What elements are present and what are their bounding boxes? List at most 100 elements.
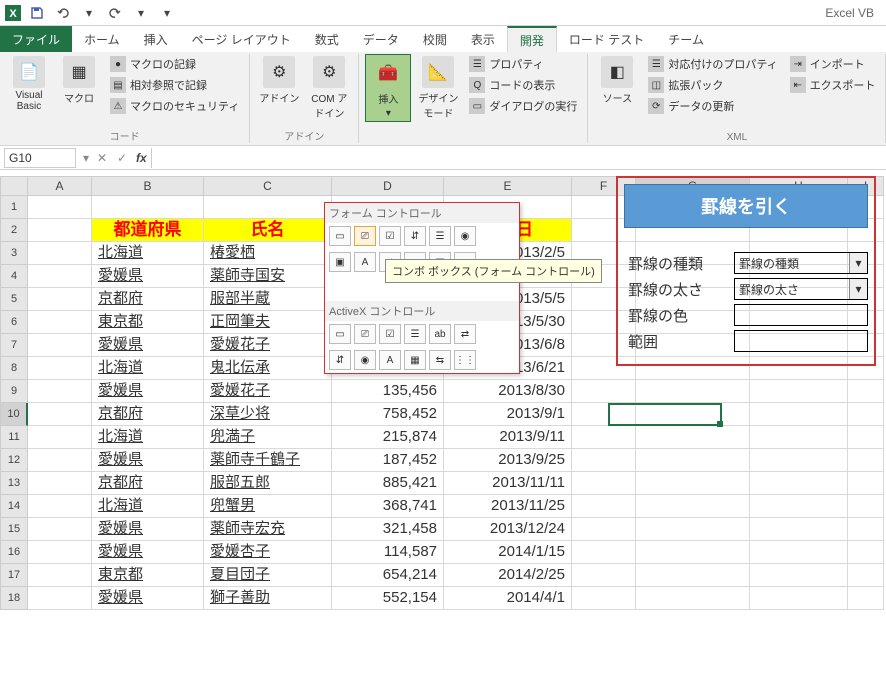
ax-option-icon[interactable]: ◉: [354, 350, 376, 370]
tab-formula[interactable]: 数式: [303, 26, 351, 52]
cell[interactable]: [750, 541, 848, 564]
row-header[interactable]: 1: [0, 196, 28, 219]
visual-basic-button[interactable]: 📄Visual Basic: [6, 54, 52, 114]
redo-button[interactable]: [104, 2, 126, 24]
cell[interactable]: 鬼北伝承: [204, 357, 332, 380]
xml-source-button[interactable]: ◧ソース: [594, 54, 640, 107]
cell[interactable]: 東京都: [92, 311, 204, 334]
cell[interactable]: 氏名: [204, 219, 332, 242]
cell[interactable]: [28, 403, 92, 426]
cell[interactable]: [28, 541, 92, 564]
cancel-formula-icon[interactable]: ✕: [92, 151, 112, 165]
cell[interactable]: [636, 541, 750, 564]
border-type-combo[interactable]: 罫線の種類▾: [734, 252, 868, 274]
cell[interactable]: [636, 403, 750, 426]
macro-security-button[interactable]: ⚠マクロのセキュリティ: [106, 96, 243, 116]
cell[interactable]: 愛媛県: [92, 380, 204, 403]
addins-button[interactable]: ⚙アドイン: [256, 54, 302, 107]
col-header-e[interactable]: E: [444, 176, 572, 196]
cell[interactable]: 654,214: [332, 564, 444, 587]
cell[interactable]: [28, 449, 92, 472]
row-header[interactable]: 4: [0, 265, 28, 288]
tab-developer[interactable]: 開発: [507, 26, 557, 52]
export-button[interactable]: ⇤エクスポート: [786, 75, 880, 95]
row-header[interactable]: 16: [0, 541, 28, 564]
name-box[interactable]: G10: [4, 148, 76, 168]
ax-listbox-icon[interactable]: ☰: [404, 324, 426, 344]
refresh-data-button[interactable]: ⟳データの更新: [644, 96, 781, 116]
cell[interactable]: [28, 219, 92, 242]
cell[interactable]: 321,458: [332, 518, 444, 541]
combobox-control-icon[interactable]: ⎚: [354, 226, 376, 246]
design-mode-button[interactable]: 📐デザイン モード: [415, 54, 461, 122]
cell[interactable]: 愛媛杏子: [204, 541, 332, 564]
cell[interactable]: [848, 564, 884, 587]
properties-button[interactable]: ☰プロパティ: [465, 54, 581, 74]
cell[interactable]: [750, 380, 848, 403]
cell[interactable]: [848, 518, 884, 541]
row-header[interactable]: 18: [0, 587, 28, 610]
cell[interactable]: 京都府: [92, 403, 204, 426]
cell[interactable]: [636, 426, 750, 449]
enter-formula-icon[interactable]: ✓: [112, 151, 132, 165]
cell[interactable]: 北海道: [92, 426, 204, 449]
cell[interactable]: [636, 587, 750, 610]
cell[interactable]: 深草少将: [204, 403, 332, 426]
row-header[interactable]: 3: [0, 242, 28, 265]
ax-checkbox-icon[interactable]: ☑: [379, 324, 401, 344]
col-header-d[interactable]: D: [332, 176, 444, 196]
row-header[interactable]: 8: [0, 357, 28, 380]
cell[interactable]: 愛媛県: [92, 449, 204, 472]
cell[interactable]: 兜蟹男: [204, 495, 332, 518]
cell[interactable]: [572, 518, 636, 541]
cell[interactable]: [750, 495, 848, 518]
cell[interactable]: [28, 357, 92, 380]
cell[interactable]: [28, 426, 92, 449]
qat-customize[interactable]: ▾: [156, 2, 178, 24]
cell[interactable]: 服部半蔵: [204, 288, 332, 311]
row-header[interactable]: 17: [0, 564, 28, 587]
cell[interactable]: [28, 288, 92, 311]
cell[interactable]: [636, 518, 750, 541]
cell[interactable]: [28, 242, 92, 265]
cell[interactable]: [572, 587, 636, 610]
cell[interactable]: 215,874: [332, 426, 444, 449]
cell[interactable]: [848, 587, 884, 610]
cell[interactable]: [750, 449, 848, 472]
cell[interactable]: [28, 265, 92, 288]
cell[interactable]: [750, 587, 848, 610]
cell[interactable]: [572, 564, 636, 587]
cell[interactable]: 愛媛花子: [204, 334, 332, 357]
com-addins-button[interactable]: ⚙COM アドイン: [306, 54, 352, 122]
cell[interactable]: 114,587: [332, 541, 444, 564]
cell[interactable]: 北海道: [92, 242, 204, 265]
ax-scrollbar-icon[interactable]: ⇄: [454, 324, 476, 344]
col-header-c[interactable]: C: [204, 176, 332, 196]
formula-input[interactable]: [151, 148, 886, 168]
cell[interactable]: [636, 495, 750, 518]
undo-button[interactable]: [52, 2, 74, 24]
row-header[interactable]: 7: [0, 334, 28, 357]
cell[interactable]: 薬師寺宏充: [204, 518, 332, 541]
cell[interactable]: 薬師寺国安: [204, 265, 332, 288]
row-header[interactable]: 12: [0, 449, 28, 472]
col-header-a[interactable]: A: [28, 176, 92, 196]
cell[interactable]: [750, 403, 848, 426]
cell[interactable]: 椿愛栖: [204, 242, 332, 265]
border-color-input[interactable]: [734, 304, 868, 326]
cell[interactable]: 夏目団子: [204, 564, 332, 587]
cell[interactable]: 2013/11/11: [444, 472, 572, 495]
import-button[interactable]: ⇥インポート: [786, 54, 880, 74]
cell[interactable]: 2013/11/25: [444, 495, 572, 518]
expansion-pack-button[interactable]: ◫拡張パック: [644, 75, 781, 95]
macro-button[interactable]: ▦マクロ: [56, 54, 102, 107]
cell[interactable]: 東京都: [92, 564, 204, 587]
redo-dropdown[interactable]: ▾: [130, 2, 152, 24]
row-header[interactable]: 13: [0, 472, 28, 495]
cell[interactable]: 2013/9/11: [444, 426, 572, 449]
cell[interactable]: 187,452: [332, 449, 444, 472]
cell[interactable]: [848, 426, 884, 449]
cell[interactable]: 2013/12/24: [444, 518, 572, 541]
relative-reference-button[interactable]: ▤相対参照で記録: [106, 75, 243, 95]
cell[interactable]: [572, 380, 636, 403]
